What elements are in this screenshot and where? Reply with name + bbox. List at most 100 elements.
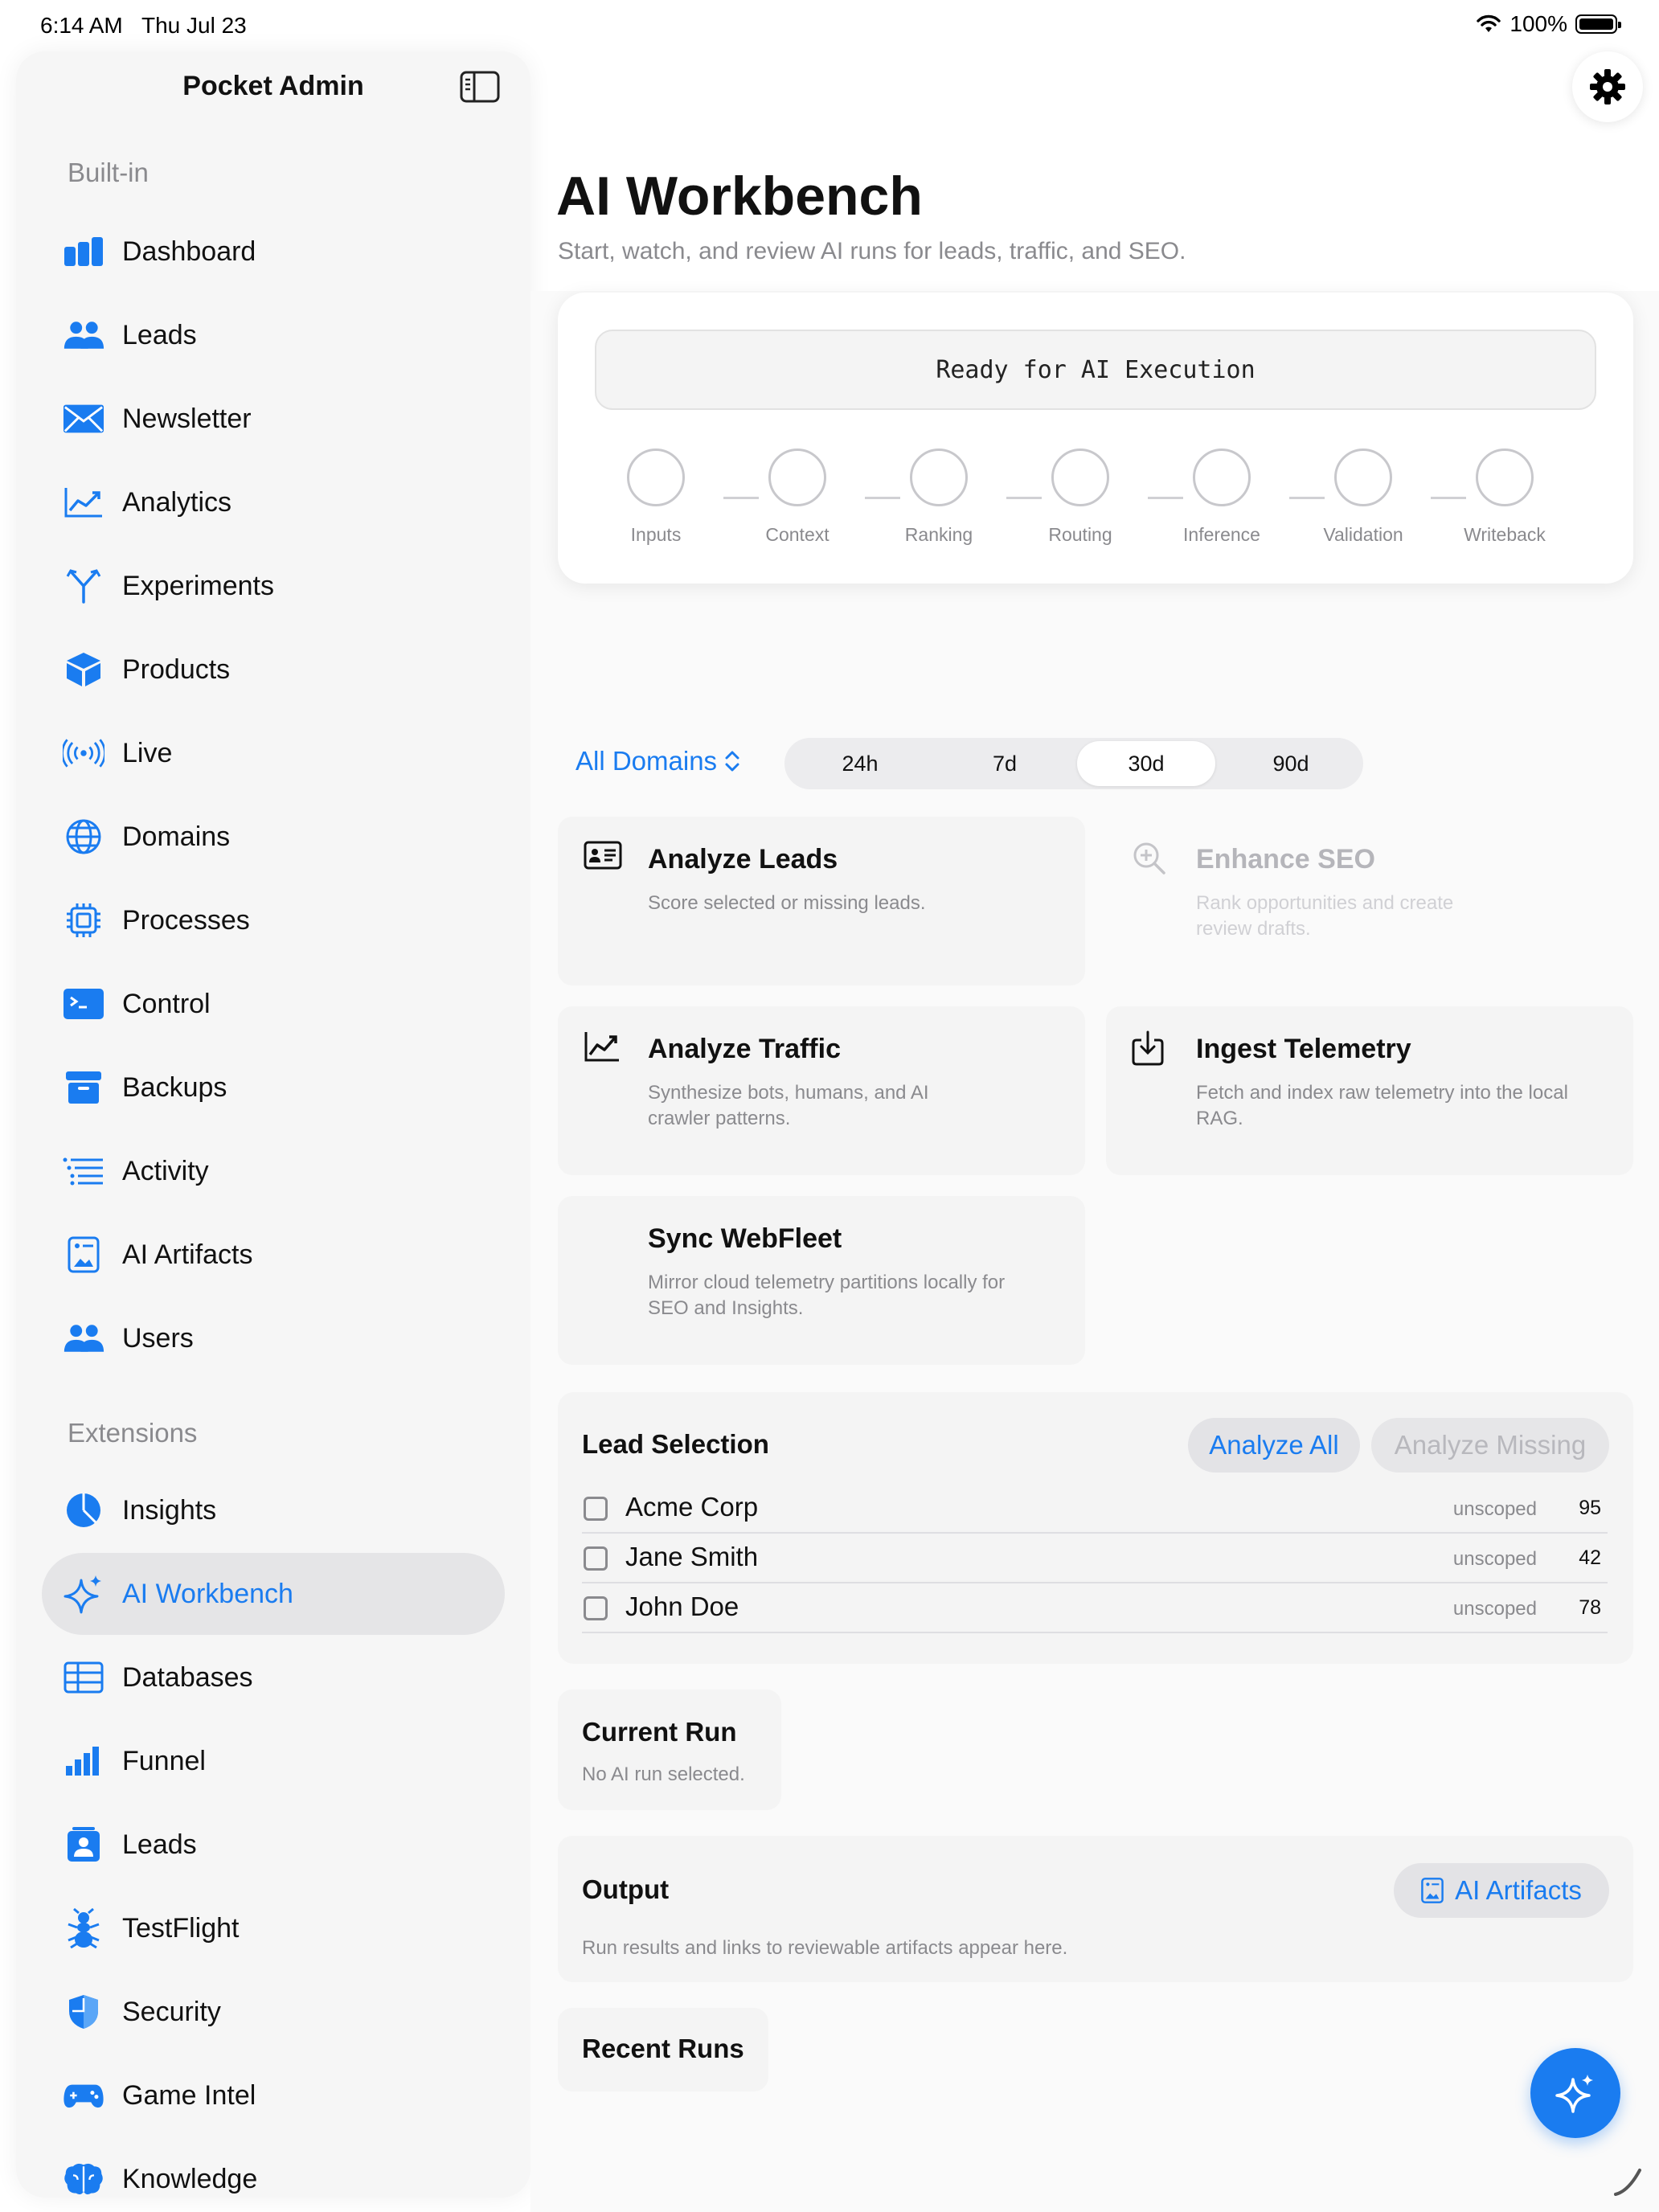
sidebar-item-label: Backups: [122, 1071, 227, 1103]
sidebar-item-backups[interactable]: Backups: [42, 1047, 505, 1129]
ai-artifacts-button[interactable]: AI Artifacts: [1394, 1863, 1609, 1918]
broadcast-icon: [63, 735, 104, 772]
sidebar-item-live[interactable]: Live: [42, 712, 505, 794]
output-card: Output AI Artifacts Run results and link…: [558, 1836, 1633, 1982]
action-description: Rank opportunities and create review dra…: [1196, 892, 1454, 940]
sidebar-item-products[interactable]: Products: [42, 629, 505, 711]
sidebar-item-security[interactable]: Security: [42, 1971, 505, 2053]
sidebar-item-label: Leads: [122, 1829, 197, 1860]
range-segment-90d[interactable]: 90d: [1222, 741, 1360, 786]
sidebar-item-label: AI Artifacts: [122, 1239, 253, 1270]
sidebar-item-ai-workbench[interactable]: AI Workbench: [42, 1553, 505, 1635]
sidebar-item-game-intel[interactable]: Game Intel: [42, 2054, 505, 2136]
document-image-icon: [1421, 1878, 1444, 1903]
range-segment-7d[interactable]: 7d: [936, 741, 1074, 786]
sidebar-item-databases[interactable]: Databases: [42, 1636, 505, 1718]
analyze-leads-card[interactable]: Analyze Leads Score selected or missing …: [558, 817, 1085, 985]
table-icon: [63, 1659, 104, 1696]
sidebar-item-users[interactable]: Users: [42, 1297, 505, 1379]
new-ai-run-button[interactable]: [1530, 2048, 1620, 2138]
output-description: Run results and links to reviewable arti…: [582, 1937, 1068, 1959]
action-description: Fetch and index raw telemetry into the l…: [1196, 1082, 1568, 1129]
sidebar-item-label: Control: [122, 988, 211, 1019]
sidebar-item-label: Experiments: [122, 570, 274, 601]
sidebar-title: Pocket Admin: [182, 71, 364, 101]
step-label: Context: [765, 524, 830, 545]
sidebar-item-leads[interactable]: Leads: [42, 294, 505, 376]
action-description: Score selected or missing leads.: [648, 892, 926, 914]
sidebar-item-label: AI Workbench: [122, 1578, 293, 1609]
range-segment-30d[interactable]: 30d: [1077, 741, 1215, 786]
page-title: AI Workbench: [556, 166, 923, 227]
sidebar-item-newsletter[interactable]: Newsletter: [42, 378, 505, 460]
lead-checkbox[interactable]: [584, 1596, 608, 1620]
range-segment-24h[interactable]: 24h: [791, 741, 929, 786]
sidebar-item-testflight[interactable]: TestFlight: [42, 1887, 505, 1969]
sidebar-toggle-icon[interactable]: [460, 71, 500, 103]
lead-name: Acme Corp: [625, 1492, 759, 1522]
sidebar-item-funnel[interactable]: Funnel: [42, 1720, 505, 1802]
sidebar-item-dashboard[interactable]: Dashboard: [42, 211, 505, 293]
pie-chart-icon: [63, 1492, 104, 1529]
domain-picker[interactable]: All Domains: [576, 746, 741, 776]
resize-handle-icon[interactable]: [1612, 2165, 1645, 2198]
sidebar-item-control[interactable]: Control: [42, 963, 505, 1045]
envelope-icon: [63, 400, 104, 437]
sidebar-item-ai-artifacts[interactable]: AI Artifacts: [42, 1214, 505, 1296]
step-label: Validation: [1323, 524, 1403, 545]
output-title: Output: [582, 1874, 670, 1904]
analyze-all-button[interactable]: Analyze All: [1188, 1418, 1360, 1473]
list-icon: [63, 1153, 104, 1190]
table-row[interactable]: Jane Smith unscoped 42: [582, 1534, 1608, 1583]
table-row[interactable]: John Doe unscoped 78: [582, 1583, 1608, 1633]
people-icon: [63, 1320, 104, 1357]
enhance-seo-card[interactable]: Enhance SEO Rank opportunities and creat…: [1106, 817, 1633, 985]
sidebar-item-leads-extension[interactable]: Leads: [42, 1804, 505, 1886]
recent-runs-card: Recent Runs: [558, 2008, 768, 2091]
sparkles-icon: [63, 1575, 104, 1614]
action-title: Enhance SEO: [1196, 844, 1375, 875]
step-indicator: [1334, 449, 1392, 506]
sidebar-item-insights[interactable]: Insights: [42, 1469, 505, 1551]
archive-icon: [63, 1069, 104, 1106]
wifi-icon: [1477, 14, 1501, 32]
sidebar-item-processes[interactable]: Processes: [42, 879, 505, 961]
trend-icon: [584, 1030, 624, 1071]
lead-name: John Doe: [625, 1591, 739, 1621]
sidebar-item-label: Funnel: [122, 1745, 206, 1776]
lead-scope: unscoped: [1452, 1548, 1537, 1570]
action-description: Mirror cloud telemetry partitions locall…: [648, 1272, 1006, 1319]
step-label: Routing: [1048, 524, 1112, 545]
lead-selection-card: Lead Selection Analyze All Analyze Missi…: [558, 1392, 1633, 1664]
chevron-up-down-icon: [725, 751, 739, 772]
ingest-telemetry-card[interactable]: Ingest Telemetry Fetch and index raw tel…: [1106, 1006, 1633, 1175]
sidebar-item-label: Products: [122, 653, 231, 685]
analyze-missing-button[interactable]: Analyze Missing: [1371, 1418, 1609, 1473]
current-run-empty: No AI run selected.: [582, 1763, 745, 1785]
sidebar-item-experiments[interactable]: Experiments: [42, 545, 505, 627]
domain-picker-label: All Domains: [576, 746, 718, 776]
status-right: 100%: [1476, 11, 1621, 37]
action-title: Analyze Traffic: [648, 1034, 841, 1064]
table-row[interactable]: Acme Corp unscoped 95: [582, 1484, 1608, 1534]
lead-checkbox[interactable]: [584, 1497, 608, 1521]
settings-button[interactable]: [1572, 51, 1643, 122]
cpu-icon: [63, 902, 104, 939]
lead-checkbox[interactable]: [584, 1546, 608, 1571]
status-date: Thu Jul 23: [141, 13, 247, 38]
globe-icon: [63, 818, 104, 855]
sidebar-item-label: Analytics: [122, 486, 232, 518]
analyze-traffic-card[interactable]: Analyze Traffic Synthesize bots, humans,…: [558, 1006, 1085, 1175]
sparkles-icon: [1555, 2075, 1593, 2113]
sidebar-item-domains[interactable]: Domains: [42, 796, 505, 878]
sidebar-item-analytics[interactable]: Analytics: [42, 461, 505, 543]
pipeline-step-validation: Validation: [1307, 449, 1419, 546]
sync-webfleet-card[interactable]: Sync WebFleet Mirror cloud telemetry par…: [558, 1196, 1085, 1365]
bar-chart-icon: [63, 1743, 104, 1780]
execution-card: Ready for AI Execution Inputs Context Ra…: [558, 293, 1633, 584]
sidebar-item-activity[interactable]: Activity: [42, 1130, 505, 1212]
sidebar-item-label: Security: [122, 1996, 221, 2027]
step-indicator: [1476, 449, 1534, 506]
sidebar-item-knowledge[interactable]: Knowledge: [42, 2138, 505, 2198]
battery-percent: 100%: [1509, 11, 1567, 36]
